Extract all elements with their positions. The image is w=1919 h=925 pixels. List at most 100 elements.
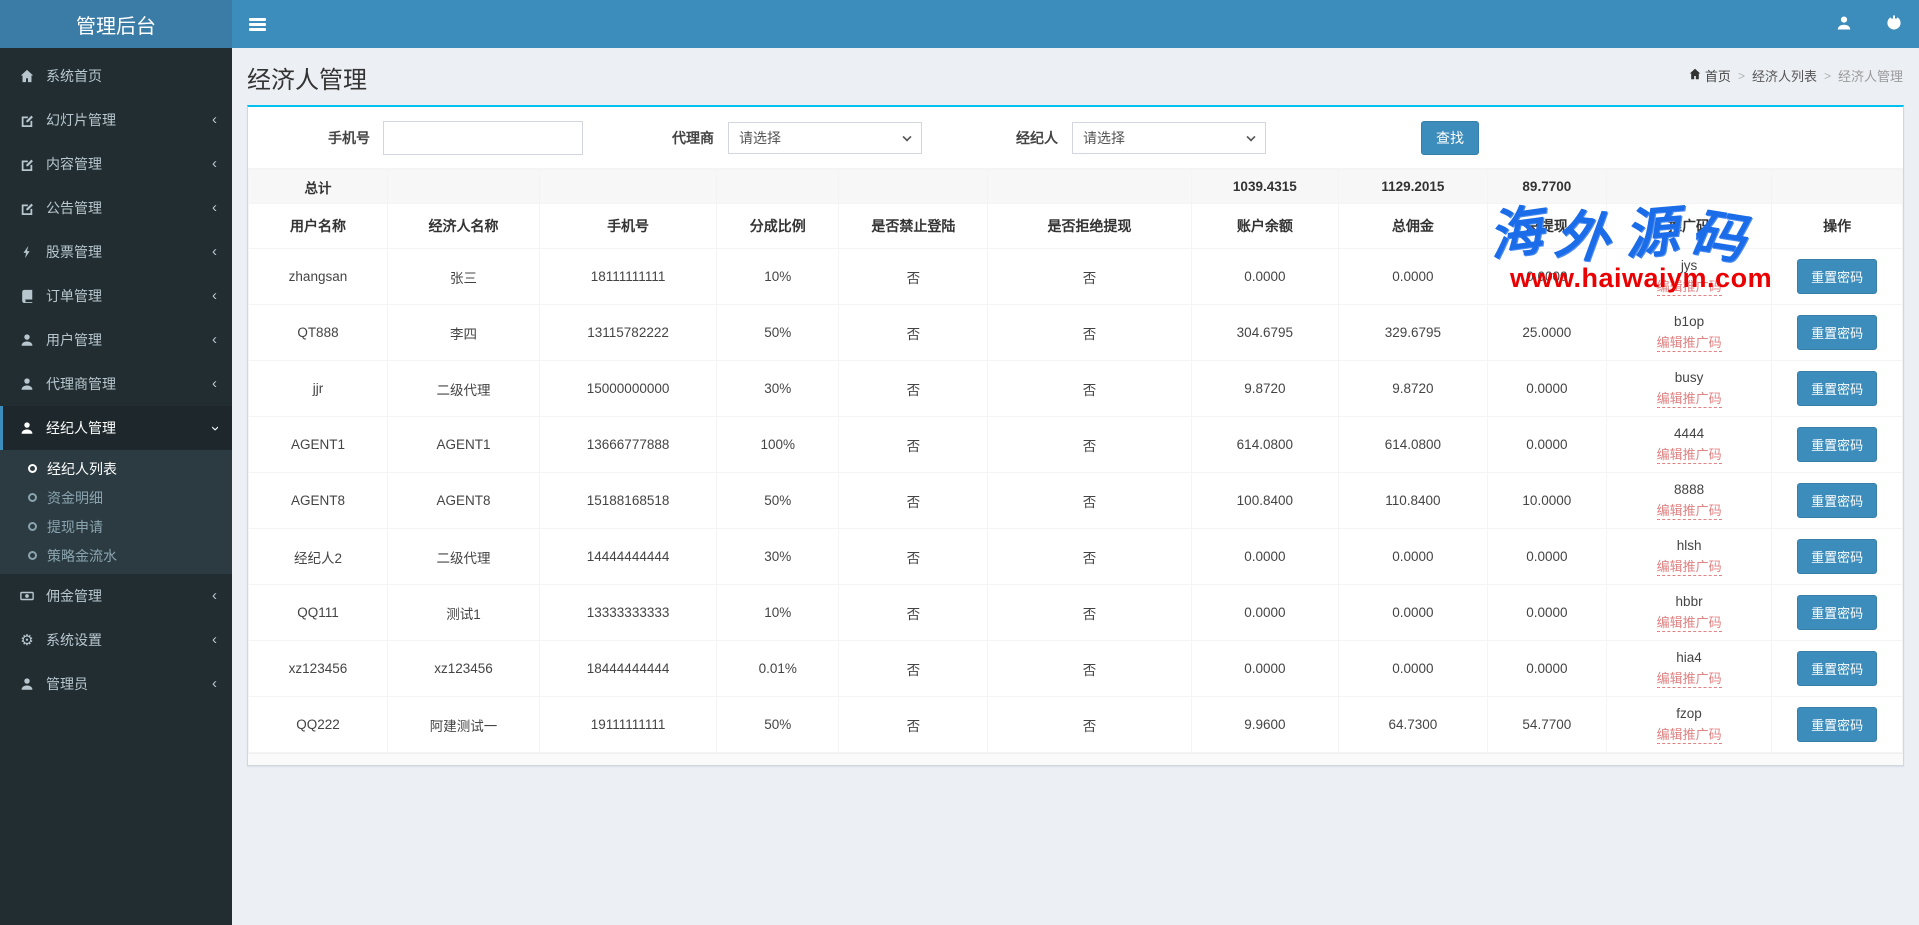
cell-promo: jys编辑推广码 [1606, 249, 1771, 305]
sidebar-item-2[interactable]: 内容管理‹ [0, 142, 232, 186]
cell-ratio: 50% [717, 697, 839, 753]
filter-bar: 手机号 代理商 请选择 经纪人 请选择 查找 [248, 107, 1903, 169]
chevron-down-icon [1246, 132, 1255, 141]
sidebar-item-0[interactable]: 系统首页 [0, 54, 232, 98]
edit-promo-link[interactable]: 编辑推广码 [1657, 612, 1722, 632]
cell-withdraw: 25.0000 [1487, 305, 1606, 361]
reset-password-button[interactable]: 重置密码 [1797, 427, 1877, 462]
edit-promo-link[interactable]: 编辑推广码 [1657, 556, 1722, 576]
sidebar-subitem-2[interactable]: 提现申请 [0, 512, 232, 541]
cell-ratio: 30% [717, 361, 839, 417]
cell-ban: 否 [839, 585, 988, 641]
user-icon [1836, 15, 1852, 34]
sidebar-item-10[interactable]: ⚙系统设置‹ [0, 618, 232, 662]
sidebar-submenu: 经纪人列表资金明细提现申请策略金流水 [0, 450, 232, 574]
cell-refuse: 否 [988, 249, 1191, 305]
logout-button[interactable] [1869, 0, 1919, 48]
sidebar-item-label: 订单管理 [46, 286, 212, 306]
broker-table: 总计1039.43151129.201589.7700用户名称经济人名称手机号分… [248, 169, 1903, 753]
cell-phone: 15188168518 [540, 473, 717, 529]
sidebar-subitem-1[interactable]: 资金明细 [0, 483, 232, 512]
user-icon [19, 676, 35, 692]
reset-password-button[interactable]: 重置密码 [1797, 483, 1877, 518]
cell-ban: 否 [839, 417, 988, 473]
sidebar-item-1[interactable]: 幻灯片管理‹ [0, 98, 232, 142]
app-logo[interactable]: 管理后台 [0, 0, 232, 48]
cell-withdraw: 0.0000 [1487, 361, 1606, 417]
column-header: 总佣金 [1338, 204, 1487, 249]
cell-commission: 0.0000 [1338, 641, 1487, 697]
edit-promo-link[interactable]: 编辑推广码 [1657, 500, 1722, 520]
breadcrumb: 首页 > 经济人列表 > 经济人管理 [1689, 66, 1903, 85]
edit-promo-link[interactable]: 编辑推广码 [1657, 668, 1722, 688]
chevron-left-icon: ‹ [212, 632, 217, 647]
top-navbar [232, 0, 1919, 48]
cell-refuse: 否 [988, 641, 1191, 697]
cell-name: 二级代理 [387, 361, 539, 417]
circle-icon [28, 464, 37, 473]
sidebar-item-5[interactable]: 订单管理‹ [0, 274, 232, 318]
sidebar-item-label: 佣金管理 [46, 586, 212, 606]
reset-password-button[interactable]: 重置密码 [1797, 595, 1877, 630]
phone-input[interactable] [383, 121, 583, 155]
sidebar-item-11[interactable]: 管理员‹ [0, 662, 232, 706]
sidebar-subitem-label: 经纪人列表 [47, 459, 117, 479]
cell-ban: 否 [839, 697, 988, 753]
reset-password-button[interactable]: 重置密码 [1797, 707, 1877, 742]
reset-password-button[interactable]: 重置密码 [1797, 371, 1877, 406]
chevron-left-icon: ‹ [212, 112, 217, 127]
sidebar-item-4[interactable]: 股票管理‹ [0, 230, 232, 274]
cell-promo: hia4编辑推广码 [1606, 641, 1771, 697]
column-header: 分成比例 [717, 204, 839, 249]
breadcrumb-item-list[interactable]: 经济人列表 [1752, 66, 1817, 85]
cell-withdraw: 0.0000 [1487, 641, 1606, 697]
sidebar-item-3[interactable]: 公告管理‹ [0, 186, 232, 230]
cell-phone: 14444444444 [540, 529, 717, 585]
cell-ban: 否 [839, 473, 988, 529]
sidebar-item-label: 公告管理 [46, 198, 212, 218]
circle-icon [28, 493, 37, 502]
cell-balance: 0.0000 [1191, 249, 1338, 305]
breadcrumb-separator: > [1824, 69, 1831, 83]
sidebar-item-8[interactable]: 经纪人管理‹ [0, 406, 232, 450]
cell-promo: hlsh 编辑推广码 [1606, 529, 1771, 585]
user-icon [19, 420, 35, 436]
cell-ratio: 10% [717, 585, 839, 641]
edit-icon [19, 200, 35, 216]
cell-phone: 18111111111 [540, 249, 717, 305]
sidebar-toggle-button[interactable] [232, 0, 282, 48]
sidebar-item-6[interactable]: 用户管理‹ [0, 318, 232, 362]
edit-promo-link[interactable]: 编辑推广码 [1657, 332, 1722, 352]
reset-password-button[interactable]: 重置密码 [1797, 651, 1877, 686]
sidebar-item-9[interactable]: 佣金管理‹ [0, 574, 232, 618]
cell-ratio: 30% [717, 529, 839, 585]
edit-promo-link[interactable]: 编辑推广码 [1657, 444, 1722, 464]
cell-ratio: 0.01% [717, 641, 839, 697]
reset-password-button[interactable]: 重置密码 [1797, 539, 1877, 574]
bolt-icon [19, 244, 35, 260]
sidebar-item-7[interactable]: 代理商管理‹ [0, 362, 232, 406]
cell-user: xz123456 [249, 641, 388, 697]
chevron-left-icon: ‹ [212, 288, 217, 303]
promo-code: hlsh [1609, 538, 1769, 553]
cell-user: zhangsan [249, 249, 388, 305]
cell-phone: 13333333333 [540, 585, 717, 641]
agent-select[interactable]: 请选择 [728, 122, 922, 154]
edit-promo-link[interactable]: 编辑推广码 [1657, 276, 1722, 296]
sidebar-subitem-3[interactable]: 策略金流水 [0, 541, 232, 570]
cell-action: 重置密码 [1772, 697, 1903, 753]
user-menu-button[interactable] [1819, 0, 1869, 48]
breadcrumb-home-link[interactable]: 首页 [1689, 66, 1731, 85]
broker-select[interactable]: 请选择 [1072, 122, 1266, 154]
search-button[interactable]: 查找 [1421, 121, 1479, 155]
promo-code: 4444 [1609, 426, 1769, 441]
reset-password-button[interactable]: 重置密码 [1797, 259, 1877, 294]
chevron-left-icon: ‹ [212, 244, 217, 259]
edit-icon [19, 112, 35, 128]
edit-promo-link[interactable]: 编辑推广码 [1657, 724, 1722, 744]
edit-promo-link[interactable]: 编辑推广码 [1657, 388, 1722, 408]
column-header: 总提现 [1487, 204, 1606, 249]
reset-password-button[interactable]: 重置密码 [1797, 315, 1877, 350]
sidebar-subitem-0[interactable]: 经纪人列表 [0, 454, 232, 483]
cell-withdraw: 0.0000 [1487, 249, 1606, 305]
